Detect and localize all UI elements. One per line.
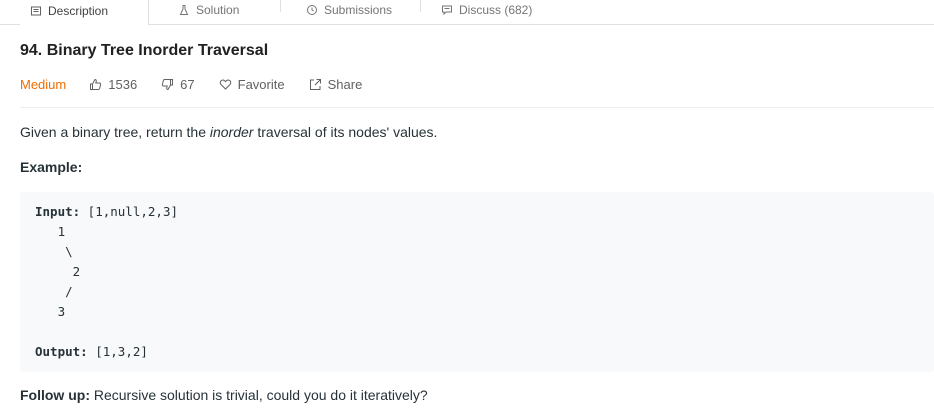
dislike-count: 67 xyxy=(180,76,195,92)
follow-up-note: Follow up: Recursive solution is trivial… xyxy=(20,387,428,403)
example-code-block: Input: [1,null,2,3] 1 \ 2 / 3 Output: [1… xyxy=(20,192,934,372)
like-button[interactable]: 1536 xyxy=(89,77,137,92)
comment-icon xyxy=(442,5,452,16)
follow-up-text: Recursive solution is trivial, could you… xyxy=(89,387,428,403)
problem-title: 94. Binary Tree Inorder Traversal xyxy=(20,42,269,59)
description-emphasis: inorder xyxy=(209,124,254,140)
problem-meta: Medium 1536 67 Favorite Share xyxy=(20,75,386,93)
example-heading: Example: xyxy=(20,159,83,175)
example-input-line: Input: [1,null,2,3] xyxy=(35,204,178,219)
thumbs-down-icon xyxy=(162,78,174,90)
input-value: [1,null,2,3] xyxy=(80,204,178,219)
tab-label: Description xyxy=(48,3,109,18)
like-count: 1536 xyxy=(108,76,138,92)
favorite-button[interactable]: Favorite xyxy=(219,77,285,92)
problem-description: Given a binary tree, return the inorder … xyxy=(20,124,437,140)
share-label: Share xyxy=(327,76,363,92)
tab-submissions[interactable]: Submissions xyxy=(306,0,392,24)
favorite-label: Favorite xyxy=(237,76,285,92)
clock-icon xyxy=(307,5,317,15)
description-text: traversal of its nodes' values. xyxy=(253,124,438,140)
tree-line: 2 xyxy=(35,264,81,279)
tab-separator xyxy=(420,0,421,12)
tree-line: 3 xyxy=(35,304,66,319)
output-label: Output: xyxy=(35,344,88,359)
tab-label: Submissions xyxy=(324,3,393,17)
tab-separator xyxy=(280,0,281,12)
thumbs-up-icon xyxy=(90,78,102,90)
tab-solution[interactable]: Solution xyxy=(178,0,239,24)
tab-description[interactable]: Description xyxy=(20,0,149,25)
flask-icon xyxy=(179,5,189,15)
tree-line: 1 xyxy=(35,224,66,239)
tab-label: Solution xyxy=(196,3,240,17)
follow-up-label: Follow up: xyxy=(20,387,90,403)
tree-line: \ xyxy=(35,244,73,259)
description-icon xyxy=(31,6,41,15)
heart-icon xyxy=(219,79,231,90)
tab-label: Discuss (682) xyxy=(459,3,533,17)
difficulty-badge: Medium xyxy=(20,76,67,92)
tree-line: / xyxy=(35,284,73,299)
problem-tabs: Description Solution Submissions Discuss… xyxy=(0,0,934,25)
share-icon xyxy=(309,78,321,90)
share-button[interactable]: Share xyxy=(309,76,363,92)
description-text: Given a binary tree, return the xyxy=(20,124,210,140)
dislike-button[interactable]: 67 xyxy=(161,76,195,92)
tab-discuss[interactable]: Discuss (682) xyxy=(441,0,532,24)
header-divider xyxy=(20,107,934,108)
output-value: [1,3,2] xyxy=(87,344,148,359)
input-label: Input: xyxy=(35,204,81,219)
example-output-line: Output: [1,3,2] xyxy=(35,344,148,359)
